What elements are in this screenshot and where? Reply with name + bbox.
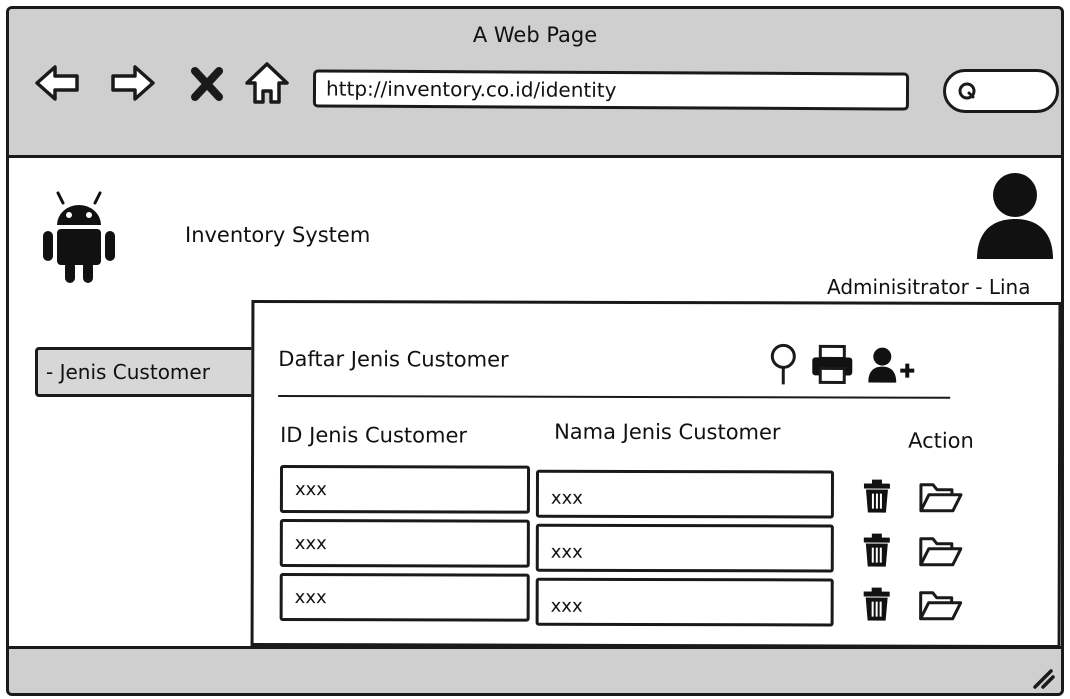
folder-open-icon[interactable]	[918, 535, 964, 569]
folder-open-icon[interactable]	[918, 589, 964, 623]
panel-title: Daftar Jenis Customer	[278, 347, 509, 372]
print-icon[interactable]	[810, 342, 854, 386]
cell-id-2[interactable]: xxx	[279, 519, 530, 568]
browser-title: A Web Page	[472, 23, 598, 47]
search-icon[interactable]	[768, 342, 798, 386]
resize-grip-icon[interactable]	[1027, 661, 1055, 689]
trash-icon[interactable]	[862, 587, 892, 623]
cell-nama-3[interactable]: xxx	[535, 577, 834, 627]
jenis-customer-panel: Daftar Jenis Customer ID Jenis Customer …	[250, 299, 1061, 649]
browser-chrome: A Web Page http://inventory.co.id/identi…	[9, 9, 1061, 158]
search-icon	[958, 82, 976, 100]
cell-id-3[interactable]: xxx	[279, 573, 530, 622]
browser-status-bar	[9, 646, 1061, 693]
column-header-id: ID Jenis Customer	[280, 423, 468, 448]
cell-nama-1[interactable]: xxx	[535, 469, 835, 519]
browser-search-box[interactable]	[943, 69, 1059, 113]
cell-id-1[interactable]: xxx	[279, 465, 531, 514]
trash-icon[interactable]	[862, 533, 892, 569]
url-bar[interactable]: http://inventory.co.id/identity	[312, 69, 910, 111]
sidebar-item-jenis-customer[interactable]: - Jenis Customer	[35, 347, 275, 397]
user-label[interactable]: Adminisitrator - Lina	[827, 275, 1030, 299]
add-user-icon[interactable]	[868, 343, 916, 387]
back-arrow-icon[interactable]	[33, 59, 81, 107]
folder-open-icon[interactable]	[918, 481, 964, 515]
browser-window: A Web Page http://inventory.co.id/identi…	[6, 6, 1064, 696]
home-icon[interactable]	[243, 59, 291, 107]
forward-arrow-icon[interactable]	[109, 59, 157, 107]
android-icon	[43, 191, 115, 283]
trash-icon[interactable]	[862, 479, 892, 515]
cell-nama-2[interactable]: xxx	[535, 523, 834, 573]
column-header-action: Action	[908, 428, 974, 453]
user-icon[interactable]	[975, 171, 1055, 261]
close-x-icon[interactable]	[187, 59, 227, 107]
app-name: Inventory System	[185, 223, 371, 247]
panel-divider	[278, 395, 951, 399]
column-header-nama: Nama Jenis Customer	[554, 419, 781, 445]
